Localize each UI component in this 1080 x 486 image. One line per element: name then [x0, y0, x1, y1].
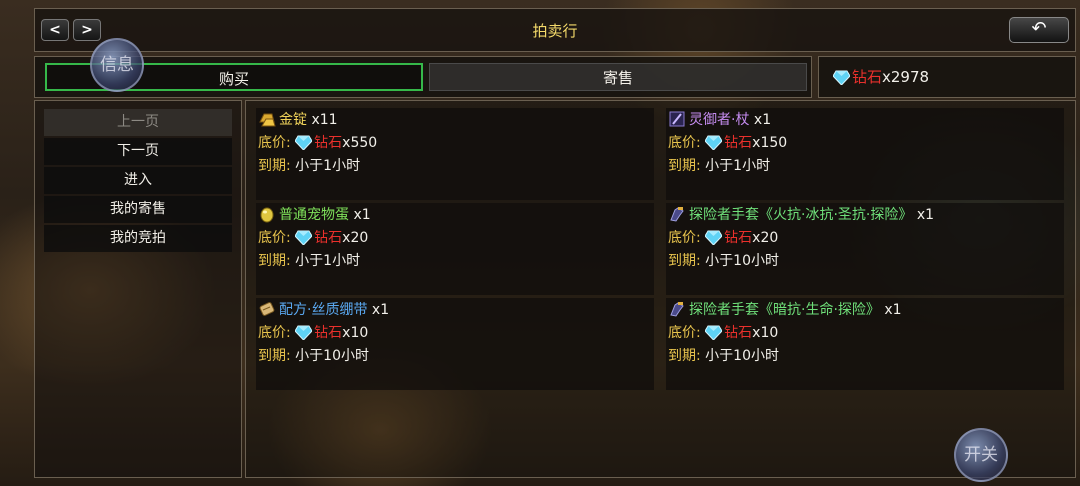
price-amount: x20	[342, 230, 369, 246]
item-qty: x1	[371, 302, 390, 318]
expire-value: 小于1小时	[295, 158, 361, 174]
expire-label: 到期:	[668, 158, 701, 174]
price-label: 底价:	[668, 230, 701, 246]
scroll-icon	[259, 302, 275, 316]
price-row: 底价: 钻石x20	[258, 228, 368, 248]
expire-row: 到期: 小于1小时	[258, 156, 360, 176]
price-amount: x10	[752, 325, 779, 341]
expire-label: 到期:	[258, 348, 291, 364]
expire-value: 小于10小时	[705, 348, 779, 364]
return-icon: ↶	[1031, 18, 1047, 39]
gold-ingot-icon	[259, 113, 276, 127]
expire-label: 到期:	[258, 158, 291, 174]
item-name: 普通宠物蛋	[279, 207, 349, 223]
item-qty: x1	[753, 112, 772, 128]
price-row: 底价: 钻石x550	[258, 133, 377, 153]
price-row: 底价: 钻石x10	[258, 323, 368, 343]
listing-card[interactable]: 普通宠物蛋 x1 底价: 钻石x20 到期: 小于1小时	[256, 203, 654, 295]
page-title: 拍卖行	[532, 22, 578, 40]
expire-row: 到期: 小于10小时	[258, 346, 369, 366]
sidebar-item-my-consignments[interactable]: 我的寄售	[44, 196, 232, 223]
price-row: 底价: 钻石x150	[668, 133, 787, 153]
item-title: 探险者手套《火抗·冰抗·圣抗·探险》 x1	[668, 205, 934, 225]
price-label: 底价:	[258, 325, 291, 341]
item-name: 金锭	[279, 112, 307, 128]
sidebar-item-prev-page[interactable]: 上一页	[44, 109, 232, 136]
auction-window: < > 拍卖行 ↶ 购买 寄售 钻石x2978 上一页 下一页 进入 我的寄售 …	[34, 8, 1078, 478]
toggle-float-button[interactable]: 开关	[954, 428, 1008, 482]
price-amount: x550	[342, 135, 378, 151]
expire-row: 到期: 小于1小时	[258, 251, 360, 271]
item-title: 探险者手套《暗抗·生命·探险》 x1	[668, 300, 902, 320]
item-name: 配方·丝质绷带	[279, 302, 368, 318]
expire-label: 到期:	[668, 253, 701, 269]
price-label: 底价:	[668, 135, 701, 151]
expire-row: 到期: 小于10小时	[668, 251, 779, 271]
diamond-icon	[295, 135, 313, 150]
sidebar-item-next-page[interactable]: 下一页	[44, 138, 232, 165]
price-amount: x10	[342, 325, 369, 341]
expire-row: 到期: 小于1小时	[668, 156, 770, 176]
price-currency: 钻石	[724, 230, 753, 246]
sidebar: 上一页 下一页 进入 我的寄售 我的竞拍	[34, 100, 242, 478]
diamond-icon	[295, 325, 313, 340]
item-name: 探险者手套《火抗·冰抗·圣抗·探险》	[689, 207, 913, 223]
item-name: 灵御者·杖	[689, 112, 750, 128]
price-currency: 钻石	[314, 230, 343, 246]
price-row: 底价: 钻石x20	[668, 228, 778, 248]
item-title: 普通宠物蛋 x1	[258, 205, 371, 225]
price-currency: 钻石	[314, 135, 343, 151]
title-bar: < > 拍卖行 ↶	[34, 8, 1076, 52]
item-title: 灵御者·杖 x1	[668, 110, 771, 130]
tab-row: 购买 寄售	[34, 56, 812, 98]
price-currency: 钻石	[314, 325, 343, 341]
gloves-icon	[670, 302, 684, 317]
item-qty: x11	[311, 112, 338, 128]
price-amount: x20	[752, 230, 779, 246]
price-currency: 钻石	[724, 135, 753, 151]
staff-icon	[669, 111, 685, 127]
info-float-button[interactable]: 信息	[90, 38, 144, 92]
price-row: 底价: 钻石x10	[668, 323, 778, 343]
diamond-icon	[833, 70, 850, 85]
listing-panel: 金锭 x11 底价: 钻石x550 到期: 小于1小时 灵御者·杖 x1 底价:	[245, 100, 1076, 478]
currency-display: 钻石x2978	[818, 56, 1076, 98]
price-amount: x150	[752, 135, 788, 151]
expire-value: 小于1小时	[295, 253, 361, 269]
currency-name: 钻石	[852, 68, 883, 86]
price-label: 底价:	[258, 135, 291, 151]
listing-card[interactable]: 探险者手套《火抗·冰抗·圣抗·探险》 x1 底价: 钻石x20 到期: 小于10…	[666, 203, 1064, 295]
item-title: 金锭 x11	[258, 110, 338, 130]
price-label: 底价:	[258, 230, 291, 246]
back-button[interactable]: ↶	[1009, 17, 1069, 43]
item-qty: x1	[353, 207, 371, 223]
pet-egg-icon	[260, 207, 274, 223]
listing-card[interactable]: 配方·丝质绷带 x1 底价: 钻石x10 到期: 小于10小时	[256, 298, 654, 390]
expire-value: 小于1小时	[705, 158, 771, 174]
item-qty: x1	[884, 302, 902, 318]
diamond-icon	[705, 325, 723, 340]
expire-label: 到期:	[258, 253, 291, 269]
price-currency: 钻石	[724, 325, 753, 341]
item-qty: x1	[916, 207, 935, 223]
listing-card[interactable]: 探险者手套《暗抗·生命·探险》 x1 底价: 钻石x10 到期: 小于10小时	[666, 298, 1064, 390]
expire-value: 小于10小时	[705, 253, 779, 269]
gloves-icon	[670, 207, 684, 222]
diamond-icon	[705, 230, 723, 245]
item-title: 配方·丝质绷带 x1	[258, 300, 389, 320]
sidebar-item-my-bids[interactable]: 我的竞拍	[44, 225, 232, 252]
diamond-icon	[705, 135, 723, 150]
diamond-icon	[295, 230, 313, 245]
currency-amount: x2978	[882, 68, 930, 86]
listing-card[interactable]: 金锭 x11 底价: 钻石x550 到期: 小于1小时	[256, 108, 654, 200]
item-name: 探险者手套《暗抗·生命·探险》	[689, 302, 880, 318]
tab-sell[interactable]: 寄售	[429, 63, 807, 91]
expire-label: 到期:	[668, 348, 701, 364]
listing-card[interactable]: 灵御者·杖 x1 底价: 钻石x150 到期: 小于1小时	[666, 108, 1064, 200]
expire-row: 到期: 小于10小时	[668, 346, 779, 366]
expire-value: 小于10小时	[295, 348, 369, 364]
sidebar-item-enter[interactable]: 进入	[44, 167, 232, 194]
price-label: 底价:	[668, 325, 701, 341]
